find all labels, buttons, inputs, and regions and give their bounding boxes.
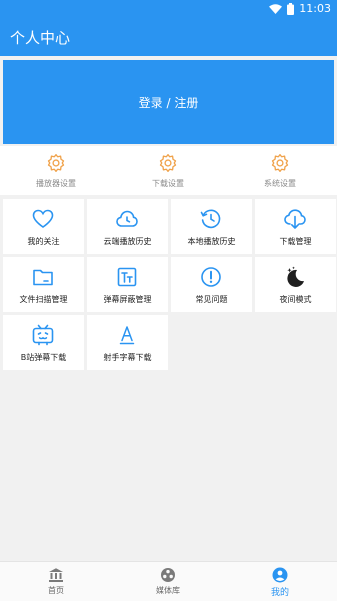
history-icon bbox=[200, 209, 221, 229]
gear-icon bbox=[47, 154, 65, 172]
gear-icon bbox=[271, 154, 289, 172]
player-settings-button[interactable]: 播放器设置 bbox=[0, 146, 112, 195]
nav-label: 媒体库 bbox=[156, 586, 180, 595]
tile-shooter-subtitle[interactable]: 射手字幕下载 bbox=[87, 315, 168, 370]
cloud-download-icon bbox=[284, 209, 306, 229]
system-settings-button[interactable]: 系统设置 bbox=[224, 146, 336, 195]
login-label: 登录 / 注册 bbox=[138, 95, 199, 110]
nav-media-library[interactable]: 媒体库 bbox=[112, 562, 224, 601]
app-bar: 个人中心 bbox=[0, 18, 337, 56]
tile-label: 夜间模式 bbox=[279, 295, 312, 304]
bottom-nav: 首页 媒体库 我的 bbox=[0, 561, 337, 601]
letter-a-icon bbox=[119, 326, 135, 345]
tile-bilibili-danmaku[interactable]: B站弹幕下载 bbox=[3, 315, 84, 370]
tile-faq[interactable]: 常见问题 bbox=[171, 257, 252, 312]
tile-label: 常见问题 bbox=[195, 295, 228, 304]
moon-icon bbox=[287, 266, 304, 287]
tile-label: 射手字幕下载 bbox=[103, 353, 152, 362]
settings-row: 播放器设置 下载设置 系统设置 bbox=[0, 146, 337, 195]
tile-local-history[interactable]: 本地播放历史 bbox=[171, 199, 252, 254]
nav-home[interactable]: 首页 bbox=[0, 562, 112, 601]
film-reel-icon bbox=[161, 568, 175, 582]
alert-circle-icon bbox=[201, 267, 221, 287]
text-box-icon bbox=[117, 267, 137, 287]
tile-label: B站弹幕下载 bbox=[20, 353, 67, 362]
account-circle-icon bbox=[272, 567, 288, 583]
tile-label: 云端播放历史 bbox=[103, 237, 152, 246]
page-title: 个人中心 bbox=[10, 29, 71, 47]
download-settings-button[interactable]: 下载设置 bbox=[112, 146, 224, 195]
setting-label: 播放器设置 bbox=[36, 179, 76, 188]
bank-icon bbox=[49, 568, 63, 582]
tile-label: 弹幕屏蔽管理 bbox=[103, 295, 152, 304]
tile-my-follows[interactable]: 我的关注 bbox=[3, 199, 84, 254]
tile-label: 本地播放历史 bbox=[187, 237, 236, 246]
status-bar: 11:03 bbox=[0, 0, 337, 18]
setting-label: 下载设置 bbox=[152, 179, 184, 188]
login-button[interactable]: 登录 / 注册 bbox=[3, 60, 334, 144]
nav-mine[interactable]: 我的 bbox=[224, 562, 336, 601]
battery-icon bbox=[287, 2, 295, 15]
heart-icon bbox=[32, 209, 54, 228]
tile-download-manager[interactable]: 下载管理 bbox=[255, 199, 336, 254]
gear-icon bbox=[159, 154, 177, 172]
wifi-icon bbox=[269, 3, 283, 14]
nav-label: 首页 bbox=[48, 586, 64, 595]
setting-label: 系统设置 bbox=[264, 179, 296, 188]
bilibili-tv-icon bbox=[32, 324, 54, 346]
cloud-clock-icon bbox=[116, 210, 138, 227]
tile-danmaku-block[interactable]: 弹幕屏蔽管理 bbox=[87, 257, 168, 312]
tile-label: 我的关注 bbox=[27, 237, 60, 246]
tile-file-scan[interactable]: 文件扫描管理 bbox=[3, 257, 84, 312]
tile-label: 下载管理 bbox=[279, 237, 312, 246]
tile-night-mode[interactable]: 夜间模式 bbox=[255, 257, 336, 312]
tile-label: 文件扫描管理 bbox=[19, 295, 68, 304]
status-time: 11:03 bbox=[299, 2, 331, 15]
folder-icon bbox=[33, 269, 53, 286]
nav-label: 我的 bbox=[270, 588, 289, 598]
tile-cloud-history[interactable]: 云端播放历史 bbox=[87, 199, 168, 254]
